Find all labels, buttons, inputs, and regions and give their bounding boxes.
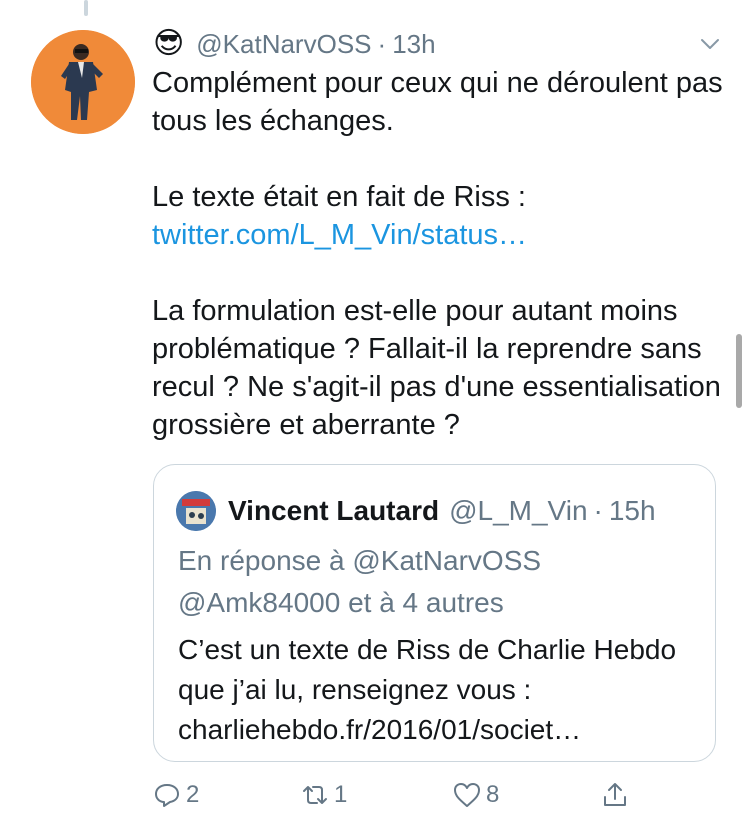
reply-context: En réponse à @KatNarvOSS @Amk84000 et à … xyxy=(178,545,542,618)
retweet-button[interactable]: 1 xyxy=(300,780,347,810)
separator-dot: · xyxy=(377,28,387,59)
scrollbar[interactable] xyxy=(736,334,742,408)
tweet-link[interactable]: twitter.com/L_M_Vin/status… xyxy=(152,219,527,251)
tweet-paragraph: Le texte était en fait de Riss : twitter… xyxy=(152,178,732,254)
avatar[interactable] xyxy=(31,30,135,134)
tweet-timestamp[interactable]: 13h xyxy=(392,29,435,60)
reply-button[interactable]: 2 xyxy=(152,780,199,810)
tweet-body: Complément pour ceux qui ne déroulent pa… xyxy=(152,64,732,482)
heart-icon xyxy=(454,783,480,807)
reply-icon xyxy=(155,784,179,807)
share-icon xyxy=(604,783,626,806)
quoted-timestamp: 15h xyxy=(608,495,656,526)
quoted-author-name: Vincent Lautard xyxy=(228,495,440,526)
share-button[interactable] xyxy=(600,780,634,810)
separator-dot: · xyxy=(593,495,603,526)
tweet-header: 😎 @KatNarvOSS · 13h xyxy=(153,24,730,64)
quoted-avatar xyxy=(176,491,216,531)
sunglasses-emoji: 😎 xyxy=(153,27,185,60)
quoted-author-handle: @L_M_Vin xyxy=(449,495,588,526)
reply-count: 2 xyxy=(186,781,200,808)
retweet-count: 1 xyxy=(334,781,348,808)
tweet-paragraph: Complément pour ceux qui ne déroulent pa… xyxy=(152,67,723,137)
chevron-down-icon[interactable] xyxy=(698,32,722,56)
tweet-actions: 2 1 8 xyxy=(152,780,652,820)
tweet-text: Le texte était en fait de Riss : xyxy=(152,181,526,213)
quoted-tweet-card[interactable]: Vincent Lautard @L_M_Vin · 15h En répons… xyxy=(153,464,716,762)
quoted-tweet-body: C’est un texte de Riss de Charlie Hebdo … xyxy=(178,634,677,745)
like-count: 8 xyxy=(486,781,500,808)
thread-connector-line xyxy=(84,0,88,16)
quoted-tweet-header: Vincent Lautard @L_M_Vin · 15h xyxy=(176,491,656,531)
quoted-avatar-image xyxy=(176,491,216,531)
avatar-image xyxy=(31,30,135,134)
author-handle[interactable]: @KatNarvOSS xyxy=(196,29,371,60)
like-button[interactable]: 8 xyxy=(452,780,499,810)
tweet-paragraph: La formulation est-elle pour autant moin… xyxy=(152,295,721,441)
retweet-icon xyxy=(303,786,327,804)
